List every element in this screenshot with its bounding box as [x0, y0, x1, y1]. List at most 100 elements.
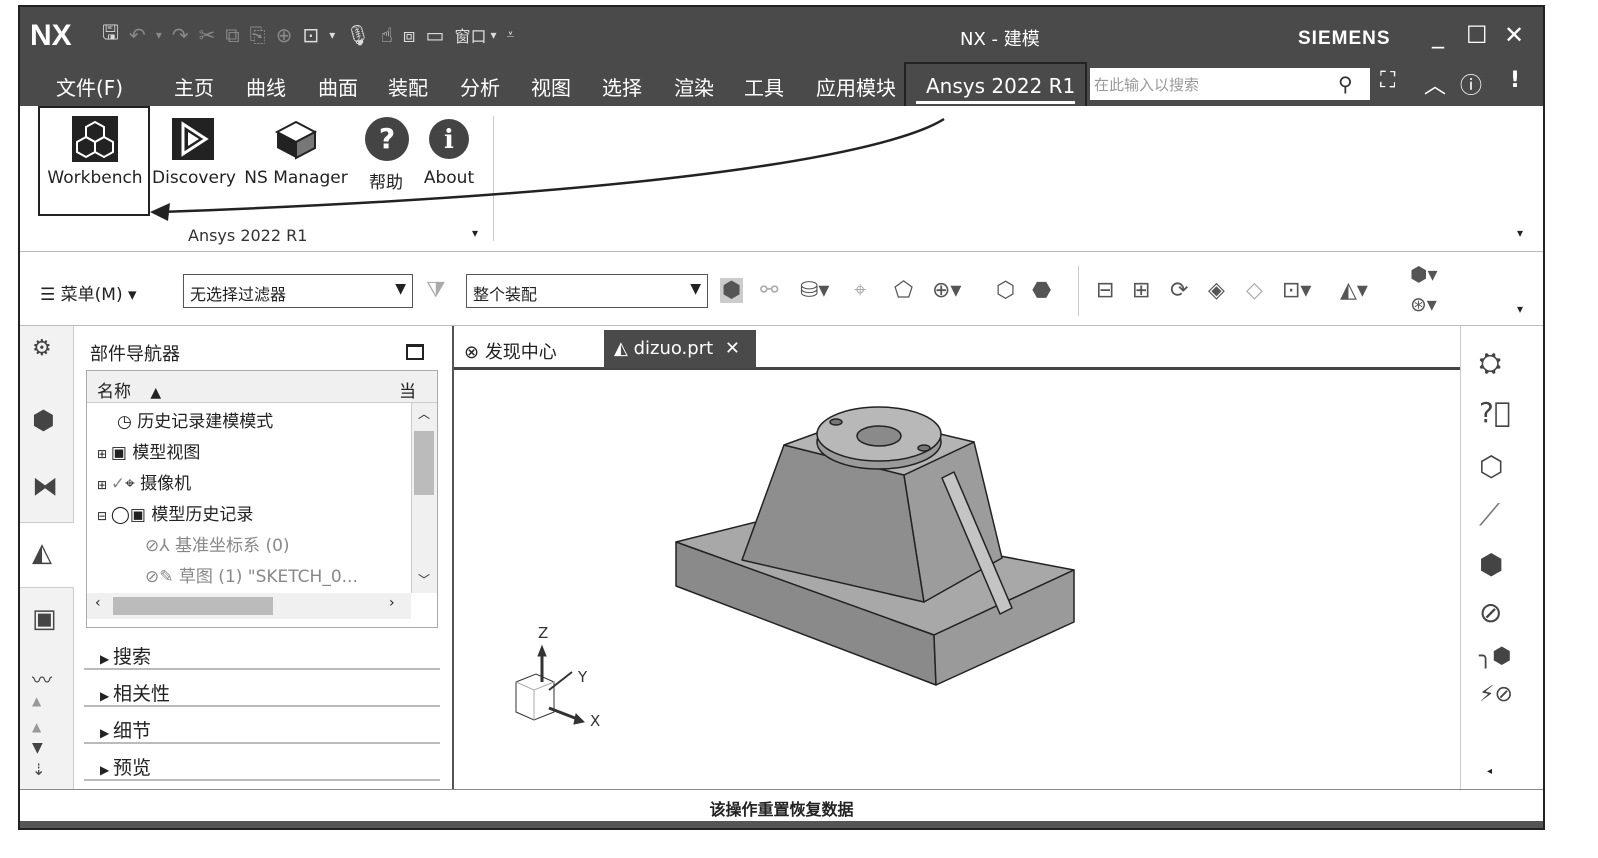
sort-asc-icon[interactable]: ▲ — [150, 385, 161, 401]
feature-filter-icon[interactable]: ⛁▾ — [800, 278, 829, 303]
reuse-library-icon[interactable]: ▣ — [32, 604, 57, 634]
fit-width-icon[interactable]: ⊞ — [1132, 278, 1150, 303]
shaded-view-icon[interactable]: ◈ — [1208, 278, 1225, 303]
toolbar-options-icon[interactable]: ▾ — [1517, 302, 1523, 316]
column-name[interactable]: 名称 — [97, 382, 131, 402]
wireframe-view-icon[interactable]: ◇ — [1246, 278, 1263, 303]
scroll-up-arrow-icon[interactable]: ︿ — [418, 405, 430, 422]
solid-cube-icon[interactable]: ⬢ — [1479, 548, 1503, 581]
orient-cube-icon[interactable]: ⬢▾ — [1410, 262, 1438, 286]
sketch-icon: ✎ — [159, 567, 179, 587]
render-style-icon[interactable]: ◭▾ — [1340, 278, 1368, 303]
csys-triad — [515, 644, 586, 725]
type-filter-select[interactable]: 无选择过滤器 ▼ — [183, 274, 413, 308]
tab-label: dizuo.prt — [633, 338, 714, 359]
tree-row-sketch[interactable]: ⊘✎ 草图 (1) "SKETCH_0... — [145, 562, 358, 593]
row-label: 模型视图 — [132, 443, 201, 463]
part-model-view: Z Y X — [515, 406, 1075, 730]
history-icon: ▣ — [129, 505, 152, 525]
layer-settings-icon[interactable]: ⊛▾ — [1410, 292, 1437, 316]
csys-icon: ⅄ — [159, 536, 176, 556]
main-menu-label: 菜单(M) — [60, 285, 123, 305]
expand-icon[interactable]: ⊞ — [97, 478, 111, 492]
column-current[interactable]: 当 — [399, 377, 416, 402]
chevron-down-icon: ▼ — [690, 281, 701, 297]
tool-settings-icon[interactable]: ⛭ — [1479, 346, 1501, 380]
row-label: 历史记录建模模式 — [137, 412, 274, 432]
curve-icon[interactable]: ⟋ — [1479, 498, 1500, 533]
scope-value: 整个装配 — [473, 285, 538, 304]
zoom-fit-icon[interactable]: ⊡▾ — [1282, 278, 1311, 303]
clock-icon: ◷ — [117, 412, 138, 432]
row-label: 模型历史记录 — [151, 505, 254, 525]
sketch-curve-icon[interactable]: ╮⬢ — [1479, 644, 1511, 669]
part-file-icon: ◭ — [614, 338, 634, 359]
help-circle-icon[interactable]: ?⃝ — [1479, 396, 1511, 429]
bolt-hole-right — [917, 444, 931, 452]
scroll-up-icon[interactable]: ▲ — [32, 694, 41, 708]
scope-select[interactable]: 整个装配 ▼ — [466, 274, 708, 308]
refresh-view-icon[interactable]: ⟳ — [1170, 278, 1188, 303]
point-snap-icon[interactable]: ⊕▾ — [932, 278, 961, 303]
scroll-down-icon[interactable]: ▼ — [32, 740, 43, 756]
history-navigator-icon[interactable]: ◭ — [32, 538, 52, 568]
caret-right-icon: ▶ — [100, 689, 114, 703]
collapse-icon[interactable]: ⊟ — [97, 509, 111, 523]
tree-row-datum-csys[interactable]: ⊘⅄ 基准坐标系 (0) — [145, 531, 290, 562]
navigator-tree: 名称 ▲ 当 ◷ 历史记录建模模式 ⊞ ▣ 模型视图 ⊞ ✓⌖ 摄像机 ⊟ ◯▣… — [86, 370, 438, 628]
section-details[interactable]: ▶ 细节 — [84, 708, 440, 744]
scroll-down-arrow-icon[interactable]: ﹀ — [418, 571, 430, 588]
scroll-left-icon[interactable]: ‹ — [95, 595, 101, 611]
scroll-right-icon[interactable]: › — [389, 595, 395, 611]
scroll-end-icon[interactable]: ⇣ — [32, 760, 45, 779]
body-rule-icon[interactable]: ⬣ — [1032, 278, 1051, 303]
curve-rule-icon[interactable]: ⬠ — [894, 278, 913, 303]
axis-z-label: Z — [538, 624, 548, 642]
tree-row-model-history[interactable]: ⊟ ◯▣ 模型历史记录 — [97, 500, 253, 531]
section-label: 搜索 — [113, 646, 152, 668]
row-label: 草图 (1) "SKETCH_0... — [178, 567, 358, 587]
assembly-navigator-icon[interactable]: ⧓ — [32, 472, 58, 502]
part-navigator: 部件导航器 名称 ▲ 当 ◷ 历史记录建模模式 ⊞ ▣ 模型视图 ⊞ ✓⌖ 摄像… — [74, 326, 454, 789]
main-menu-button[interactable]: ☰ 菜单(M) ▾ — [40, 280, 137, 305]
hole-line-icon[interactable]: ⊘ — [1479, 596, 1502, 629]
model-view-icon: ▣ — [110, 443, 133, 463]
web-browser-icon[interactable]: 〰 — [32, 664, 52, 693]
tree-row-model-views[interactable]: ⊞ ▣ 模型视图 — [97, 438, 200, 469]
tab-dizuo-prt[interactable]: ◭ dizuo.prt ✕ — [604, 330, 756, 368]
section-label: 相关性 — [113, 683, 171, 705]
tree-row-history-mode[interactable]: ◷ 历史记录建模模式 — [117, 407, 273, 438]
scroll-thumb[interactable] — [414, 431, 434, 495]
part-cube-icon[interactable]: ⬡ — [1479, 450, 1503, 483]
tab-discovery-center[interactable]: ⊗ 发现中心 — [454, 330, 594, 368]
maximize-panel-button[interactable] — [406, 344, 424, 360]
select-component-icon[interactable]: ⬢ — [720, 278, 744, 303]
row-label: 摄像机 — [140, 474, 192, 494]
selection-toolbar: ☰ 菜单(M) ▾ 无选择过滤器 ▼ ⧩ 整个装配 ▼ ⬢ ⚯ ⛁▾ ⌖ ⬠ ⊕▾ … — [20, 252, 1543, 326]
vertical-scrollbar[interactable]: ︿ ﹀ — [411, 403, 437, 593]
close-tab-icon[interactable]: ✕ — [725, 338, 740, 359]
graphics-window[interactable]: Z Y X — [454, 370, 1460, 789]
scroll-up-small-icon[interactable]: ▲ — [32, 720, 41, 734]
flange-hole — [856, 425, 902, 447]
horizontal-scrollbar[interactable]: ‹ › — [87, 593, 411, 619]
filter-funnel-icon[interactable]: ⧩ — [426, 278, 446, 303]
select-body-icon[interactable]: ⚯ — [760, 278, 778, 303]
section-search[interactable]: ▶ 搜索 — [84, 634, 440, 670]
hscroll-thumb[interactable] — [113, 597, 273, 615]
face-rule-icon[interactable]: ⬡ — [996, 278, 1015, 303]
view-orient-icon[interactable]: ⊟ — [1096, 278, 1114, 303]
navigator-title: 部件导航器 — [90, 344, 180, 365]
tree-row-cameras[interactable]: ⊞ ✓⌖ 摄像机 — [97, 469, 191, 500]
expand-toolbar-icon[interactable]: ◂ — [1487, 766, 1492, 777]
snap-point-icon[interactable]: ⌖ — [854, 278, 866, 303]
settings-gear-icon[interactable]: ⚙ — [32, 336, 52, 361]
bolt-hole-left — [829, 418, 843, 426]
section-preview[interactable]: ▶ 预览 — [84, 745, 440, 781]
section-dependencies[interactable]: ▶ 相关性 — [84, 671, 440, 707]
hide-show-icon[interactable]: ⚡⊘ — [1479, 682, 1513, 707]
discovery-center-icon: ⊗ — [464, 342, 485, 363]
part-navigator-icon[interactable]: ⬢ — [32, 406, 55, 436]
expand-icon[interactable]: ⊞ — [97, 447, 111, 461]
section-label: 预览 — [113, 757, 152, 779]
